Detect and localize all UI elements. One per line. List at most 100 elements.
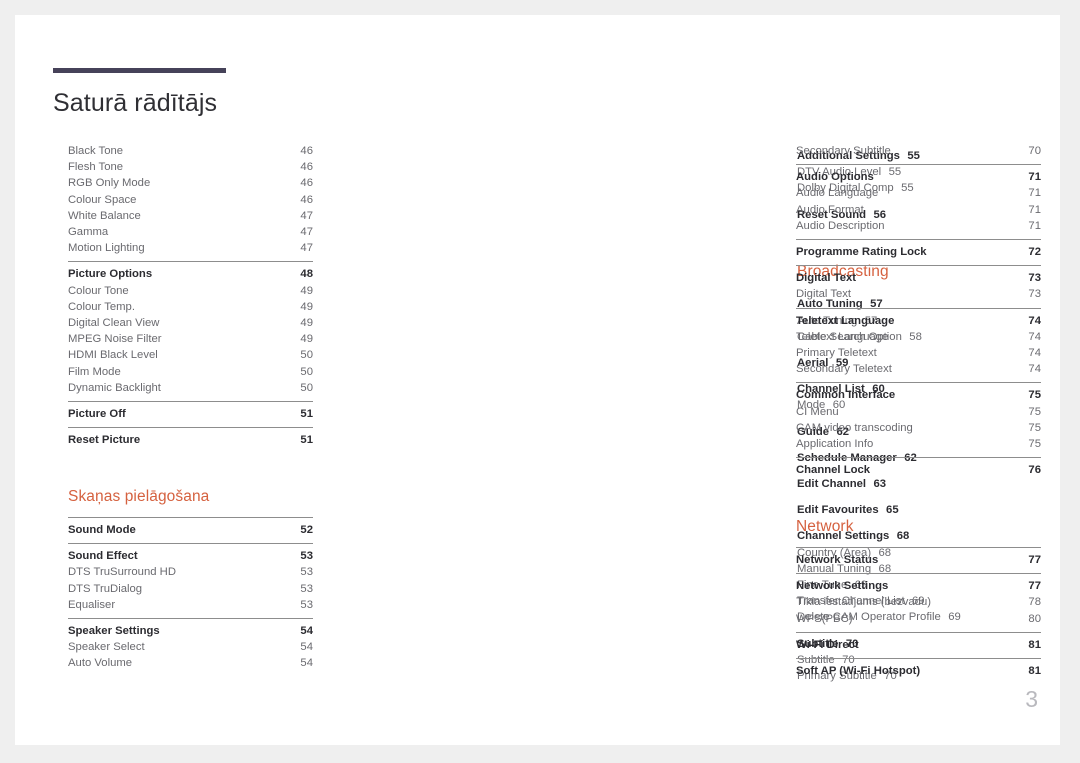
toc-entry-sub[interactable]: Digital Clean View 49: [68, 315, 313, 331]
toc-entry-sub[interactable]: DTS TruSurround HD 53: [68, 564, 313, 580]
toc-entry-page: 46: [300, 193, 313, 206]
toc-entry-page: 51: [300, 408, 313, 421]
toc-entry-sub[interactable]: Flesh Tone 46: [68, 159, 313, 175]
toc-entry-page: 75: [1028, 421, 1041, 434]
title-block: Saturā rādītājs: [53, 68, 226, 118]
toc-entry-page: 48: [300, 268, 313, 281]
toc-entry-sub[interactable]: Auto Volume 54: [68, 655, 313, 671]
toc-group: Black Tone 46 Flesh Tone 46 RGB Only Mode 46 C…: [68, 143, 313, 256]
toc-group: Speaker Settings 54 Speaker Select 54 Auto V…: [68, 618, 313, 672]
toc-entry-sub[interactable]: Equaliser 53: [68, 597, 313, 613]
toc-entry-page: 54: [300, 641, 313, 654]
toc-entry-label: Audio Description: [796, 219, 885, 232]
toc-entry-label: Teletext Language: [796, 330, 889, 343]
toc-entry-main[interactable]: Common Interface 75: [796, 387, 1041, 403]
toc-entry-main[interactable]: Network Settings 77: [796, 578, 1041, 594]
toc-entry-sub[interactable]: Audio Description 71: [796, 218, 1041, 234]
toc-entry-sub[interactable]: Film Mode 50: [68, 364, 313, 380]
toc-entry-main[interactable]: Picture Off 51: [68, 406, 313, 422]
toc-entry-sub[interactable]: CAM video transcoding 75: [796, 420, 1041, 436]
toc-entry-sub[interactable]: Application Info 75: [796, 436, 1041, 452]
toc-entry-label: Audio Options: [796, 171, 874, 184]
column-1: Black Tone 46 Flesh Tone 46 RGB Only Mode 46 C…: [68, 143, 313, 672]
toc-entry-main[interactable]: Reset Picture 51: [68, 432, 313, 448]
toc-entry-page: 54: [300, 657, 313, 670]
toc-entry-sub[interactable]: CI Menu 75: [796, 404, 1041, 420]
toc-entry-main[interactable]: Channel Lock 76: [796, 462, 1041, 478]
toc-entry-page: 47: [300, 242, 313, 255]
toc-entry-main[interactable]: Picture Options 48: [68, 266, 313, 282]
toc-entry-page: 49: [300, 317, 313, 330]
toc-entry-page: 50: [300, 349, 313, 362]
toc-entry-label: Wi-Fi Direct: [796, 638, 859, 651]
toc-entry-sub[interactable]: Tīkla iestatījums (bezvadu) 78: [796, 594, 1041, 610]
toc-entry-main[interactable]: Audio Options 71: [796, 169, 1041, 185]
toc-entry-label: Tīkla iestatījums (bezvadu): [796, 596, 931, 609]
toc-entry-page: 52: [300, 524, 313, 537]
document-page: Saturā rādītājs Black Tone 46 Flesh Tone 46…: [15, 15, 1060, 745]
toc-entry-main[interactable]: Teletext Language 74: [796, 313, 1041, 329]
toc-entry-sub[interactable]: Audio Language 71: [796, 185, 1041, 201]
toc-entry-main[interactable]: Programme Rating Lock 72: [796, 244, 1041, 260]
toc-entry-sub[interactable]: Colour Space 46: [68, 192, 313, 208]
toc-entry-sub[interactable]: Motion Lighting 47: [68, 240, 313, 256]
toc-entry-sub[interactable]: Teletext Language 74: [796, 329, 1041, 345]
toc-entry-sub[interactable]: Speaker Select 54: [68, 639, 313, 655]
toc-entry-sub[interactable]: HDMI Black Level 50: [68, 347, 313, 363]
toc-entry-page: 47: [300, 226, 313, 239]
toc-group: Network Settings 77 Tīkla iestatījums (bez…: [796, 573, 1041, 627]
toc-entry-label: Film Mode: [68, 365, 121, 378]
toc-group: Teletext Language 74 Teletext Language 74 Pr…: [796, 307, 1041, 378]
toc-entry-main[interactable]: Wi-Fi Direct 81: [796, 637, 1041, 653]
toc-entry-label: Speaker Settings: [68, 625, 160, 638]
toc-entry-label: Common Interface: [796, 389, 896, 402]
toc-entry-sub[interactable]: Secondary Teletext 74: [796, 361, 1041, 377]
toc-entry-page: 71: [1028, 219, 1041, 232]
toc-entry-label: DTS TruSurround HD: [68, 566, 176, 579]
toc-entry-sub[interactable]: WPS(PBC) 80: [796, 611, 1041, 627]
toc-entry-main[interactable]: Sound Mode 52: [68, 522, 313, 538]
toc-entry-main[interactable]: Sound Effect 53: [68, 548, 313, 564]
toc-group: Sound Effect 53 DTS TruSurround HD 53 DTS Tr…: [68, 543, 313, 613]
toc-entry-label: Reset Picture: [68, 434, 141, 447]
toc-entry-sub[interactable]: Dynamic Backlight 50: [68, 380, 313, 396]
toc-entry-page: 73: [1028, 272, 1041, 285]
toc-entry-label: Secondary Teletext: [796, 363, 892, 376]
toc-entry-main[interactable]: Soft AP (Wi-Fi Hotspot) 81: [796, 663, 1041, 679]
toc-group: Channel Lock 76: [796, 457, 1041, 478]
toc-entry-sub[interactable]: Primary Teletext 74: [796, 345, 1041, 361]
toc-entry-page: 49: [300, 300, 313, 313]
toc-entry-sub[interactable]: RGB Only Mode 46: [68, 175, 313, 191]
toc-entry-sub[interactable]: DTS TruDialog 53: [68, 581, 313, 597]
toc-entry-label: Digital Clean View: [68, 317, 160, 330]
toc-entry-label: Soft AP (Wi-Fi Hotspot): [796, 665, 921, 678]
toc-entry-page: 49: [300, 333, 313, 346]
toc-entry-page: 53: [300, 550, 313, 563]
toc-entry-main[interactable]: Speaker Settings 54: [68, 623, 313, 639]
toc-entry-main[interactable]: Network Status 77: [796, 552, 1041, 568]
toc-entry-sub[interactable]: Gamma 47: [68, 224, 313, 240]
toc-entry-sub[interactable]: Secondary Subtitle 70: [796, 143, 1041, 159]
column-2: Additional Settings 55 DTV Audio Level 55 Do…: [432, 143, 961, 684]
toc-entry-page: 50: [300, 381, 313, 394]
toc-entry-label: CI Menu: [796, 405, 839, 418]
toc-entry-label: Equaliser: [68, 598, 116, 611]
toc-entry-sub[interactable]: Black Tone 46: [68, 143, 313, 159]
toc-entry-sub[interactable]: Audio Format 71: [796, 202, 1041, 218]
toc-entry-sub[interactable]: Colour Temp. 49: [68, 299, 313, 315]
toc-entry-sub[interactable]: Colour Tone 49: [68, 283, 313, 299]
toc-entry-page: 74: [1028, 314, 1041, 327]
toc-entry-sub[interactable]: White Balance 47: [68, 208, 313, 224]
toc-entry-main[interactable]: Digital Text 73: [796, 270, 1041, 286]
page-number: 3: [1025, 686, 1038, 712]
toc-entry-page: 53: [300, 566, 313, 579]
toc-entry-page: 71: [1028, 187, 1041, 200]
toc-entry-page: 75: [1028, 389, 1041, 402]
toc-entry-sub[interactable]: Digital Text 73: [796, 286, 1041, 302]
toc-entry-page: 46: [300, 145, 313, 157]
toc-entry-page: 46: [300, 177, 313, 190]
toc-entry-label: Auto Volume: [68, 657, 133, 670]
toc-entry-label: Colour Temp.: [68, 300, 135, 313]
toc-entry-page: 74: [1028, 330, 1041, 343]
toc-entry-sub[interactable]: MPEG Noise Filter 49: [68, 331, 313, 347]
